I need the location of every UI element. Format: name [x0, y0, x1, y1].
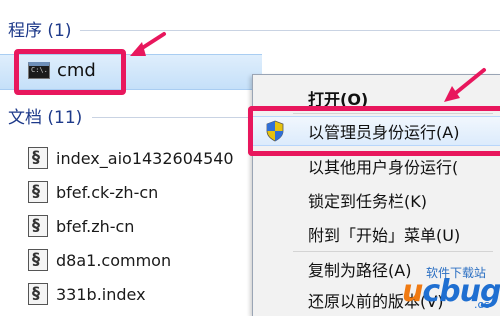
menu-separator: [293, 251, 493, 252]
document-label: 331b.index: [56, 284, 146, 304]
document-label: bfef.ck-zh-cn: [56, 182, 159, 202]
document-list-item[interactable]: index_aio1432604540: [28, 145, 234, 171]
documents-section-header: 文档 (11): [8, 108, 83, 128]
menu-item-label: 锁定到任务栏(K): [308, 192, 427, 211]
document-list-item[interactable]: d8a1.common: [28, 247, 171, 273]
site-watermark: 软件下载站 ucbug .cc: [386, 260, 500, 316]
document-icon: [28, 283, 48, 305]
document-label: d8a1.common: [56, 250, 172, 270]
menu-item-pin-to-taskbar[interactable]: 锁定到任务栏(K): [253, 185, 500, 215]
pointer-arrow-cmd: [130, 32, 166, 56]
document-icon: [28, 249, 48, 271]
menu-item-pin-to-start[interactable]: 附到「开始」菜单(U): [253, 219, 500, 249]
document-list-item[interactable]: 331b.index: [28, 281, 146, 307]
pointer-arrow-admin: [444, 68, 486, 102]
document-label: index_aio1432604540: [56, 148, 234, 168]
document-icon: [28, 215, 48, 237]
cmd-highlight-box: [14, 49, 126, 95]
document-icon: [28, 147, 48, 169]
menu-item-label: 附到「开始」菜单(U): [308, 226, 461, 245]
document-icon: [28, 181, 48, 203]
watermark-suffix: .cc: [474, 298, 490, 311]
document-list-item[interactable]: bfef.ck-zh-cn: [28, 179, 158, 205]
programs-section-header: 程序 (1): [8, 21, 72, 41]
document-label: bfef.zh-cn: [56, 216, 135, 236]
documents-divider: [92, 117, 252, 118]
document-list-item[interactable]: bfef.zh-cn: [28, 213, 134, 239]
run-as-admin-highlight-box: [248, 106, 500, 156]
menu-item-label: 以其他用户身份运行(: [308, 158, 459, 177]
